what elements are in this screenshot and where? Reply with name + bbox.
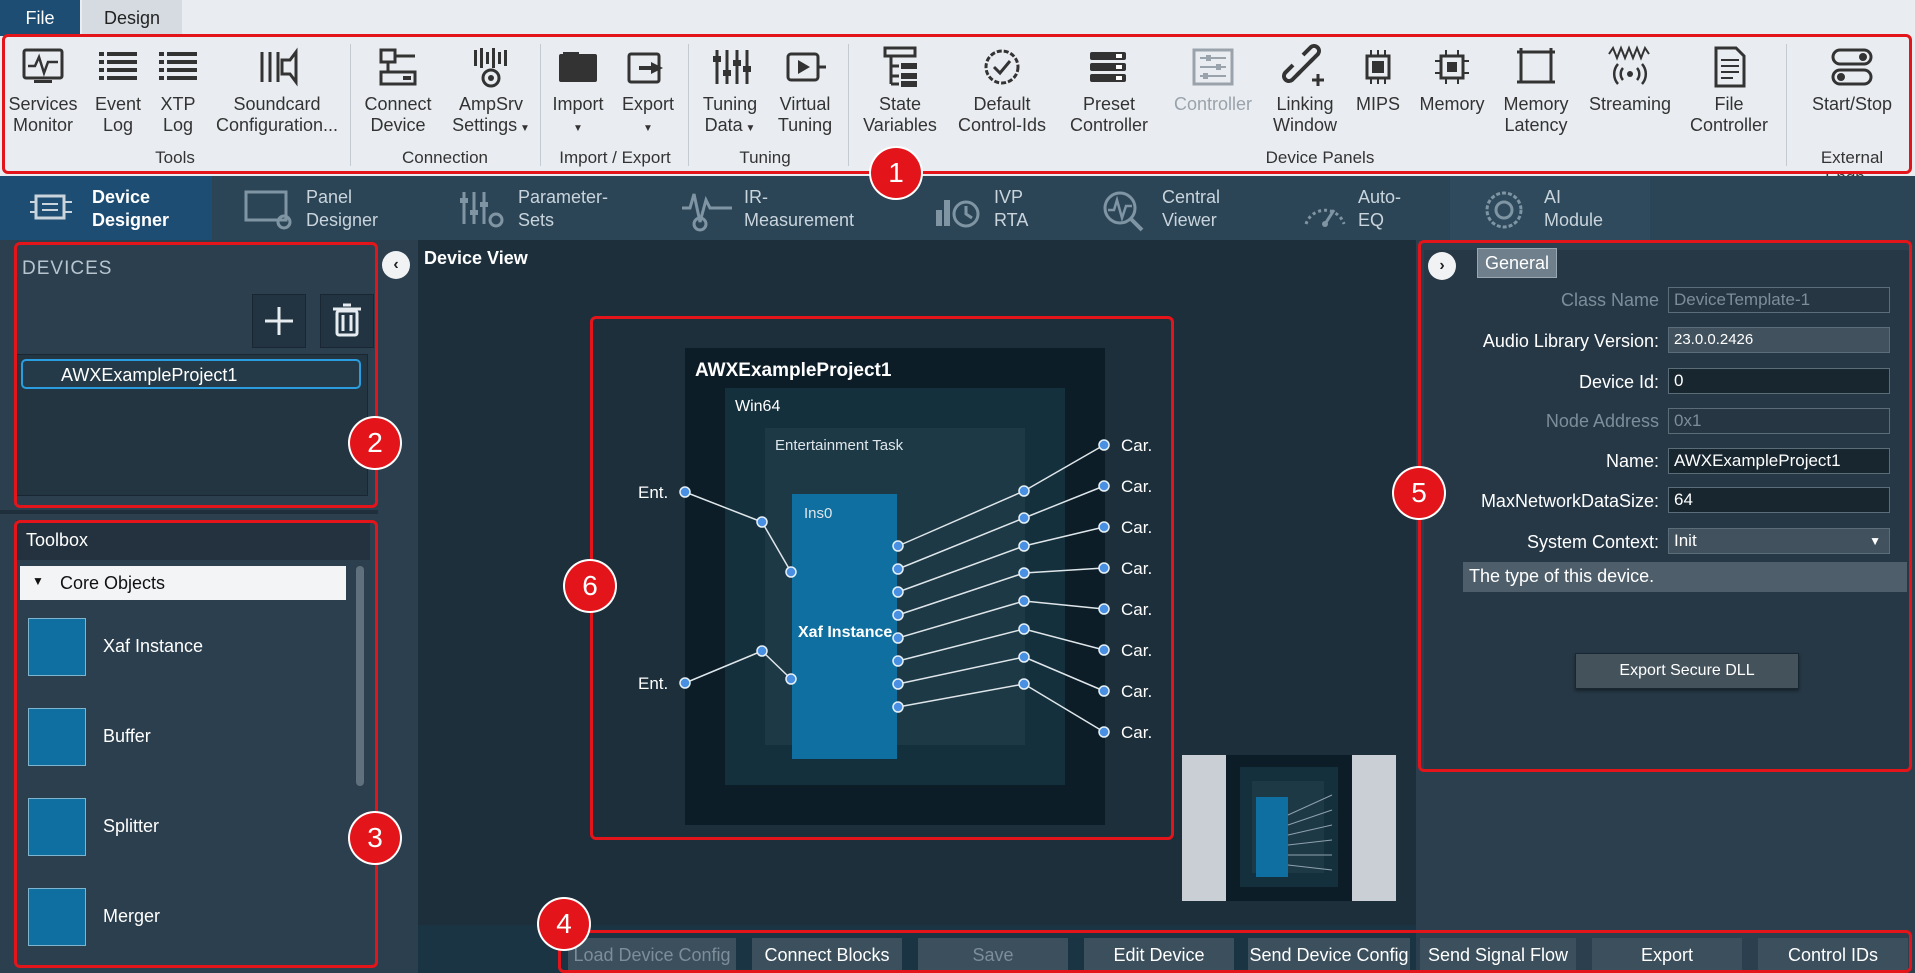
callout-badge-5: 5 <box>1394 468 1444 518</box>
task-output-port[interactable] <box>1018 651 1030 663</box>
send-device-config-button[interactable]: Send Device Config <box>1248 938 1410 973</box>
input-label: Ent. <box>638 483 668 502</box>
instance-id-label: Ins0 <box>804 505 832 522</box>
callout-badge-4: 4 <box>539 899 589 949</box>
output-label: Car. <box>1121 436 1152 455</box>
instance-output-port[interactable] <box>892 563 904 575</box>
collapse-right-button[interactable]: › <box>1428 252 1456 280</box>
export-button[interactable]: Export <box>1592 938 1742 973</box>
instance-output-port[interactable] <box>892 540 904 552</box>
instance-output-port[interactable] <box>892 701 904 713</box>
dropdown-arrow-icon: ▼ <box>1869 534 1881 548</box>
output-labels: Car. Car. Car. Car. Car. Car. Car. Car. <box>1121 436 1152 742</box>
property-description: The type of this device. <box>1463 562 1907 592</box>
instance-output-port[interactable] <box>892 678 904 690</box>
minimap[interactable] <box>1182 755 1396 901</box>
instance-input-port[interactable] <box>785 566 797 578</box>
callout-badge-6: 6 <box>565 561 615 611</box>
system-context-label: System Context: <box>1526 532 1659 552</box>
class-name-label: Class Name <box>1560 290 1659 310</box>
task-output-port[interactable] <box>1018 485 1030 497</box>
output-label: Car. <box>1121 723 1152 742</box>
callout-badge-3: 3 <box>350 813 400 863</box>
minimap-preview <box>1226 755 1352 901</box>
output-label: Car. <box>1121 682 1152 701</box>
output-port[interactable] <box>1098 521 1110 533</box>
instance-output-port[interactable] <box>892 609 904 621</box>
output-port[interactable] <box>1098 726 1110 738</box>
chevron-right-icon: › <box>1439 257 1445 274</box>
edit-device-button[interactable]: Edit Device <box>1084 938 1234 973</box>
control-ids-button[interactable]: Control IDs <box>1758 938 1908 973</box>
export-secure-dll-button[interactable]: Export Secure DLL <box>1575 653 1799 689</box>
name-label: Name: <box>1605 451 1659 471</box>
output-port[interactable] <box>1098 685 1110 697</box>
instance-input-port[interactable] <box>785 673 797 685</box>
task-input-port[interactable] <box>756 645 768 657</box>
project-label: AWXExampleProject1 <box>695 360 892 381</box>
device-id-label: Device Id: <box>1578 372 1659 392</box>
node-address-field: 0x1 <box>1668 408 1890 434</box>
audio-library-version-field: 23.0.0.2426 <box>1668 327 1890 353</box>
task-output-port[interactable] <box>1018 540 1030 552</box>
instance-output-port[interactable] <box>892 586 904 598</box>
task-output-port[interactable] <box>1018 595 1030 607</box>
output-label: Car. <box>1121 641 1152 660</box>
instance-output-port[interactable] <box>892 632 904 644</box>
output-label: Car. <box>1121 518 1152 537</box>
instance-output-port[interactable] <box>892 655 904 667</box>
device-id-field[interactable]: 0 <box>1668 368 1890 394</box>
input-label: Ent. <box>638 674 668 693</box>
instance-name-label: Xaf Instance <box>798 624 892 641</box>
output-port[interactable] <box>1098 439 1110 451</box>
task-output-port[interactable] <box>1018 623 1030 635</box>
output-label: Car. <box>1121 477 1152 496</box>
task-label: Entertainment Task <box>775 437 904 454</box>
output-port[interactable] <box>1098 644 1110 656</box>
callout-badge-2: 2 <box>350 418 400 468</box>
tab-general[interactable]: General <box>1477 248 1557 278</box>
callout-badge-1: 1 <box>871 148 921 198</box>
input-labels: Ent. Ent. <box>638 483 668 693</box>
input-port[interactable] <box>679 486 691 498</box>
load-device-config-button[interactable]: Load Device Config <box>568 938 736 973</box>
class-name-field: DeviceTemplate-1 <box>1668 287 1890 313</box>
send-signal-flow-button[interactable]: Send Signal Flow <box>1420 938 1576 973</box>
audio-library-version-label: Audio Library Version: <box>1482 331 1659 351</box>
output-label: Car. <box>1121 559 1152 578</box>
name-field[interactable]: AWXExampleProject1 <box>1668 448 1890 474</box>
save-button[interactable]: Save <box>918 938 1068 973</box>
output-port[interactable] <box>1098 603 1110 615</box>
output-port[interactable] <box>1098 480 1110 492</box>
max-network-data-size-label: MaxNetworkDataSize: <box>1480 491 1659 511</box>
max-network-data-size-field[interactable]: 64 <box>1668 487 1890 513</box>
system-context-select[interactable]: Init ▼ <box>1668 528 1890 554</box>
input-port[interactable] <box>679 677 691 689</box>
connect-blocks-button[interactable]: Connect Blocks <box>752 938 902 973</box>
task-input-port[interactable] <box>756 516 768 528</box>
output-label: Car. <box>1121 600 1152 619</box>
task-output-port[interactable] <box>1018 678 1030 690</box>
system-context-value: Init <box>1674 531 1697 550</box>
task-output-port[interactable] <box>1018 567 1030 579</box>
node-address-label: Node Address <box>1545 411 1659 431</box>
output-port[interactable] <box>1098 562 1110 574</box>
platform-label: Win64 <box>735 398 780 415</box>
task-output-port[interactable] <box>1018 512 1030 524</box>
